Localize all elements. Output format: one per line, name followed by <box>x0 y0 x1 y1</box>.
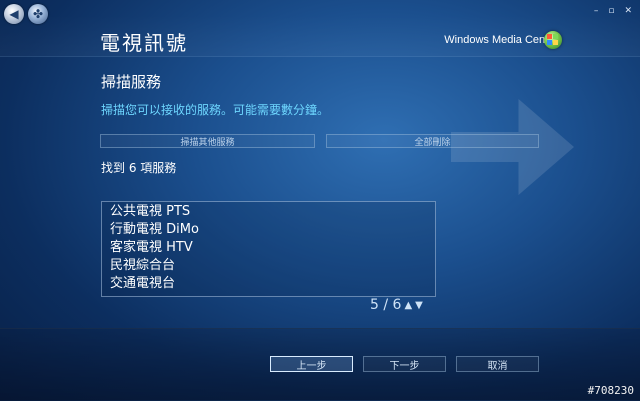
pager: 5 / 6 ▲ ▼ <box>370 297 423 313</box>
page-indicator: 5 / 6 <box>370 297 402 313</box>
delete-all-button[interactable]: 全部刪除 <box>326 134 539 148</box>
brand-label: Windows Media Center <box>444 34 558 46</box>
next-button[interactable]: 下一步 <box>363 356 446 372</box>
previous-button[interactable]: 上一步 <box>270 356 353 372</box>
list-item[interactable]: 交通電視台 <box>110 275 435 293</box>
list-item[interactable]: 行動電視 DiMo <box>110 221 435 239</box>
instruction-text: 掃描您可以接收的服務。可能需要數分鐘。 <box>101 103 330 117</box>
list-item[interactable]: 客家電視 HTV <box>110 239 435 257</box>
header-divider <box>0 56 640 57</box>
media-center-logo-icon <box>544 31 562 49</box>
section-title: 掃描服務 <box>101 73 162 91</box>
chevron-down-icon[interactable]: ▼ <box>415 300 423 311</box>
found-services-count: 找到 6 項服務 <box>101 161 177 175</box>
chevron-up-icon[interactable]: ▲ <box>404 300 412 311</box>
services-list[interactable]: 公共電視 PTS 行動電視 DiMo 客家電視 HTV 民視綜合台 交通電視台 <box>101 201 436 297</box>
scan-other-services-button[interactable]: 掃描其他服務 <box>100 134 315 148</box>
cancel-button[interactable]: 取消 <box>456 356 539 372</box>
page-title: 電視訊號 <box>100 31 188 55</box>
list-item[interactable]: 民視綜合台 <box>110 257 435 275</box>
watermark-label: #708230 <box>587 384 634 397</box>
list-item[interactable]: 公共電視 PTS <box>110 203 435 221</box>
